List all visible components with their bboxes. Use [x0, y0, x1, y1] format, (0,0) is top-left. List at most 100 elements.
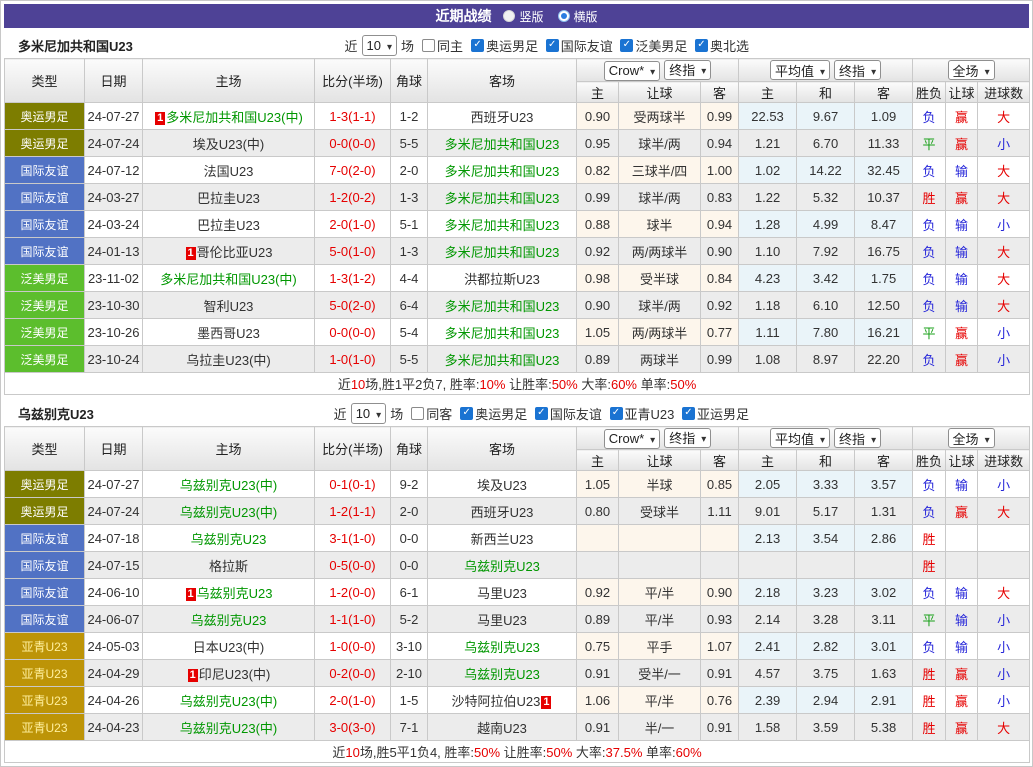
- winloss-result: 负: [913, 103, 946, 130]
- score: 0-5(0-0): [315, 552, 391, 579]
- score: 0-2(0-0): [315, 660, 391, 687]
- goals-result: 大: [978, 265, 1030, 292]
- checkbox-icon: [535, 407, 548, 420]
- corner-count: 7-1: [391, 714, 428, 741]
- odds-stage-select[interactable]: 终指: [664, 428, 711, 448]
- same-venue-checkbox[interactable]: 同客: [411, 404, 452, 423]
- competition-checkbox[interactable]: 泛美男足: [620, 36, 687, 55]
- col-score: 比分(半场): [315, 59, 391, 103]
- scope-select-group: 全场: [913, 59, 1030, 82]
- same-venue-checkbox[interactable]: 同主: [422, 36, 463, 55]
- results-body: 奥运男足 24-07-27 1多米尼加共和国U23(中) 1-3(1-1) 1-…: [5, 103, 1030, 373]
- competition-type: 国际友谊: [5, 525, 85, 552]
- avg-draw: 3.23: [797, 579, 855, 606]
- competition-checkbox[interactable]: 亚运男足: [682, 404, 749, 423]
- competition-checkbox[interactable]: 国际友谊: [546, 36, 613, 55]
- home-team: 日本U23(中): [143, 633, 315, 660]
- match-count-select[interactable]: 10: [351, 403, 387, 424]
- title-bar: 近期战绩 竖版 横版: [4, 4, 1029, 28]
- col-odds-home: 主: [577, 450, 619, 471]
- avg-away: 1.09: [855, 103, 913, 130]
- odds-home: [577, 525, 619, 552]
- avg-away: 2.86: [855, 525, 913, 552]
- corner-count: 9-2: [391, 471, 428, 498]
- match-date: 24-06-10: [85, 579, 143, 606]
- header-group-row: 类型 日期 主场 比分(半场) 角球 客场 Crow*终指 平均值终指 全场: [5, 59, 1030, 82]
- avg-draw: 3.28: [797, 606, 855, 633]
- home-team-name: 乌兹别克U23(中): [180, 478, 278, 493]
- competition-checkbox[interactable]: 奥运男足: [471, 36, 538, 55]
- avg-draw: 3.59: [797, 714, 855, 741]
- odds-handicap: 球半/两: [619, 184, 701, 211]
- competition-type: 国际友谊: [5, 184, 85, 211]
- score: 1-0(0-0): [315, 633, 391, 660]
- radio-icon: [558, 10, 570, 22]
- odds-handicap: 受半/一: [619, 660, 701, 687]
- col-avg-away: 客: [855, 450, 913, 471]
- away-team: 乌兹别克U23: [428, 660, 577, 687]
- home-team-name: 智利U23: [204, 299, 254, 314]
- avg-home: 2.13: [739, 525, 797, 552]
- average-select[interactable]: 平均值: [770, 60, 830, 80]
- avg-away: 10.37: [855, 184, 913, 211]
- competition-checkbox[interactable]: 国际友谊: [535, 404, 602, 423]
- score: 3-0(3-0): [315, 714, 391, 741]
- match-count-select[interactable]: 10: [362, 35, 398, 56]
- handicap-result: 赢: [946, 714, 978, 741]
- summary-segment: 单率:: [642, 745, 675, 760]
- home-team-name: 乌兹别克U23: [191, 613, 267, 628]
- scope-select-group: 全场: [913, 427, 1030, 450]
- goals-result: 小: [978, 471, 1030, 498]
- corner-count: 4-4: [391, 265, 428, 292]
- avg-draw: 7.92: [797, 238, 855, 265]
- away-team: 多米尼加共和国U23: [428, 238, 577, 265]
- match-date: 24-05-03: [85, 633, 143, 660]
- competition-checkbox[interactable]: 亚青U23: [610, 404, 675, 423]
- chevron-down-icon: [387, 38, 392, 53]
- match-date: 24-03-27: [85, 184, 143, 211]
- match-date: 24-07-15: [85, 552, 143, 579]
- col-avg-draw: 和: [797, 82, 855, 103]
- near-label: 近: [334, 404, 347, 423]
- home-team: 乌兹别克U23: [143, 606, 315, 633]
- avg-draw: 5.32: [797, 184, 855, 211]
- bookmaker-select[interactable]: Crow*: [604, 61, 660, 81]
- col-home: 主场: [143, 59, 315, 103]
- competition-type: 亚青U23: [5, 687, 85, 714]
- odds-stage-select[interactable]: 终指: [834, 428, 881, 448]
- layout-radio[interactable]: 横版: [558, 8, 598, 25]
- home-team-name: 乌兹别克U23(中): [180, 505, 278, 520]
- home-team-name: 乌兹别克U23(中): [180, 694, 278, 709]
- recent-results-page: 近期战绩 竖版 横版 多米尼加共和国U23 近 10 场 同主 奥运男足: [0, 0, 1033, 767]
- odds-stage-select[interactable]: 终指: [834, 60, 881, 80]
- summary-segment: 单率:: [637, 377, 670, 392]
- away-team: 多米尼加共和国U23: [428, 184, 577, 211]
- odds-stage-select[interactable]: 终指: [664, 60, 711, 80]
- odds-handicap: 半/一: [619, 714, 701, 741]
- col-away: 客场: [428, 59, 577, 103]
- scope-select[interactable]: 全场: [948, 60, 995, 80]
- score: 1-2(1-1): [315, 498, 391, 525]
- goals-result: 小: [978, 211, 1030, 238]
- col-winloss: 胜负: [913, 82, 946, 103]
- avg-draw: 7.80: [797, 319, 855, 346]
- col-type: 类型: [5, 59, 85, 103]
- away-team-name: 埃及U23: [477, 478, 527, 493]
- avg-away: 2.91: [855, 687, 913, 714]
- checkbox-label: 同主: [437, 36, 463, 55]
- score: 1-0(1-0): [315, 346, 391, 373]
- competition-checkbox[interactable]: 奥北选: [695, 36, 749, 55]
- col-handicap-result: 让球: [946, 82, 978, 103]
- bookmaker-select[interactable]: Crow*: [604, 429, 660, 449]
- col-winloss: 胜负: [913, 450, 946, 471]
- avg-home: 9.01: [739, 498, 797, 525]
- checkbox-label: 同客: [426, 404, 452, 423]
- home-team-name: 多米尼加共和国U23(中): [166, 110, 303, 125]
- goals-result: 大: [978, 103, 1030, 130]
- competition-checkbox[interactable]: 奥运男足: [460, 404, 527, 423]
- layout-radio[interactable]: 竖版: [503, 8, 543, 25]
- average-select[interactable]: 平均值: [770, 428, 830, 448]
- match-date: 24-04-23: [85, 714, 143, 741]
- handicap-result: 输: [946, 265, 978, 292]
- scope-select[interactable]: 全场: [948, 428, 995, 448]
